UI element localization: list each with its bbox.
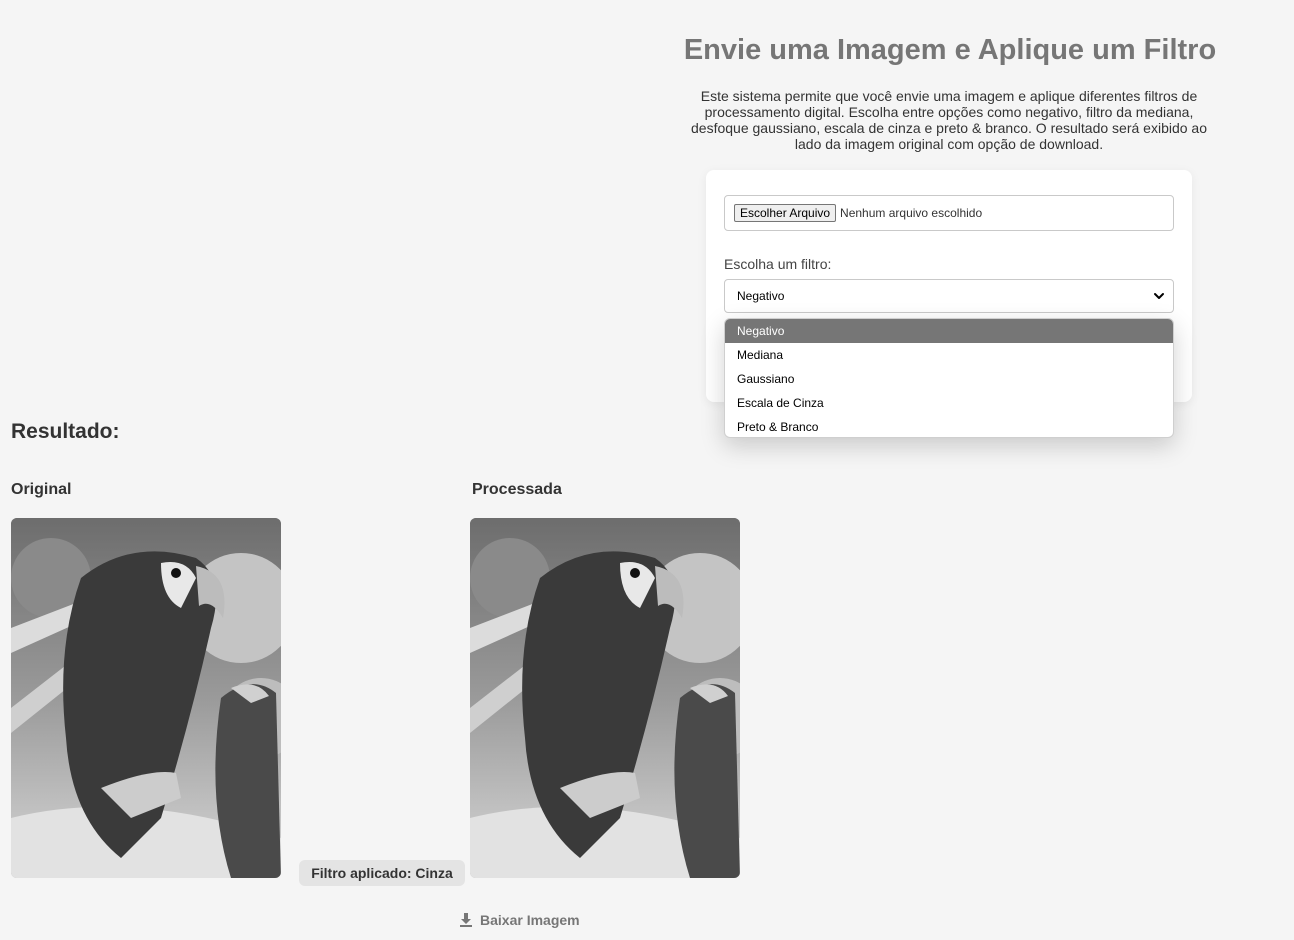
choose-file-button[interactable]: Escolher Arquivo	[734, 204, 837, 222]
option-negativo[interactable]: Negativo	[725, 319, 1173, 343]
processed-image	[470, 518, 740, 878]
option-gaussiano[interactable]: Gaussiano	[725, 367, 1173, 391]
filter-label: Escolha um filtro:	[724, 256, 832, 272]
original-heading: Original	[11, 481, 72, 498]
results-heading: Resultado:	[11, 420, 120, 443]
page-description: Este sistema permite que você envie uma …	[691, 88, 1207, 152]
option-preto-branco[interactable]: Preto & Branco	[725, 415, 1173, 437]
download-image-link[interactable]: Baixar Imagem	[460, 912, 580, 928]
filter-applied-badge: Filtro aplicado: Cinza	[299, 860, 465, 886]
download-icon	[460, 913, 472, 927]
chevron-down-icon	[1154, 293, 1164, 299]
file-input[interactable]: Escolher Arquivo Nenhum arquivo escolhid…	[724, 195, 1174, 231]
option-mediana[interactable]: Mediana	[725, 343, 1173, 367]
file-status-text: Nenhum arquivo escolhido	[840, 206, 983, 220]
filter-select[interactable]: Negativo	[724, 279, 1174, 313]
page: Envie uma Imagem e Aplique um Filtro Est…	[0, 0, 1294, 940]
filter-dropdown-list: Negativo Mediana Gaussiano Escala de Cin…	[724, 318, 1174, 438]
processed-heading: Processada	[472, 481, 562, 498]
download-label: Baixar Imagem	[480, 912, 580, 928]
option-escala-de-cinza[interactable]: Escala de Cinza	[725, 391, 1173, 415]
original-image	[11, 518, 281, 878]
page-title: Envie uma Imagem e Aplique um Filtro	[683, 34, 1217, 66]
filter-select-value: Negativo	[737, 289, 785, 303]
